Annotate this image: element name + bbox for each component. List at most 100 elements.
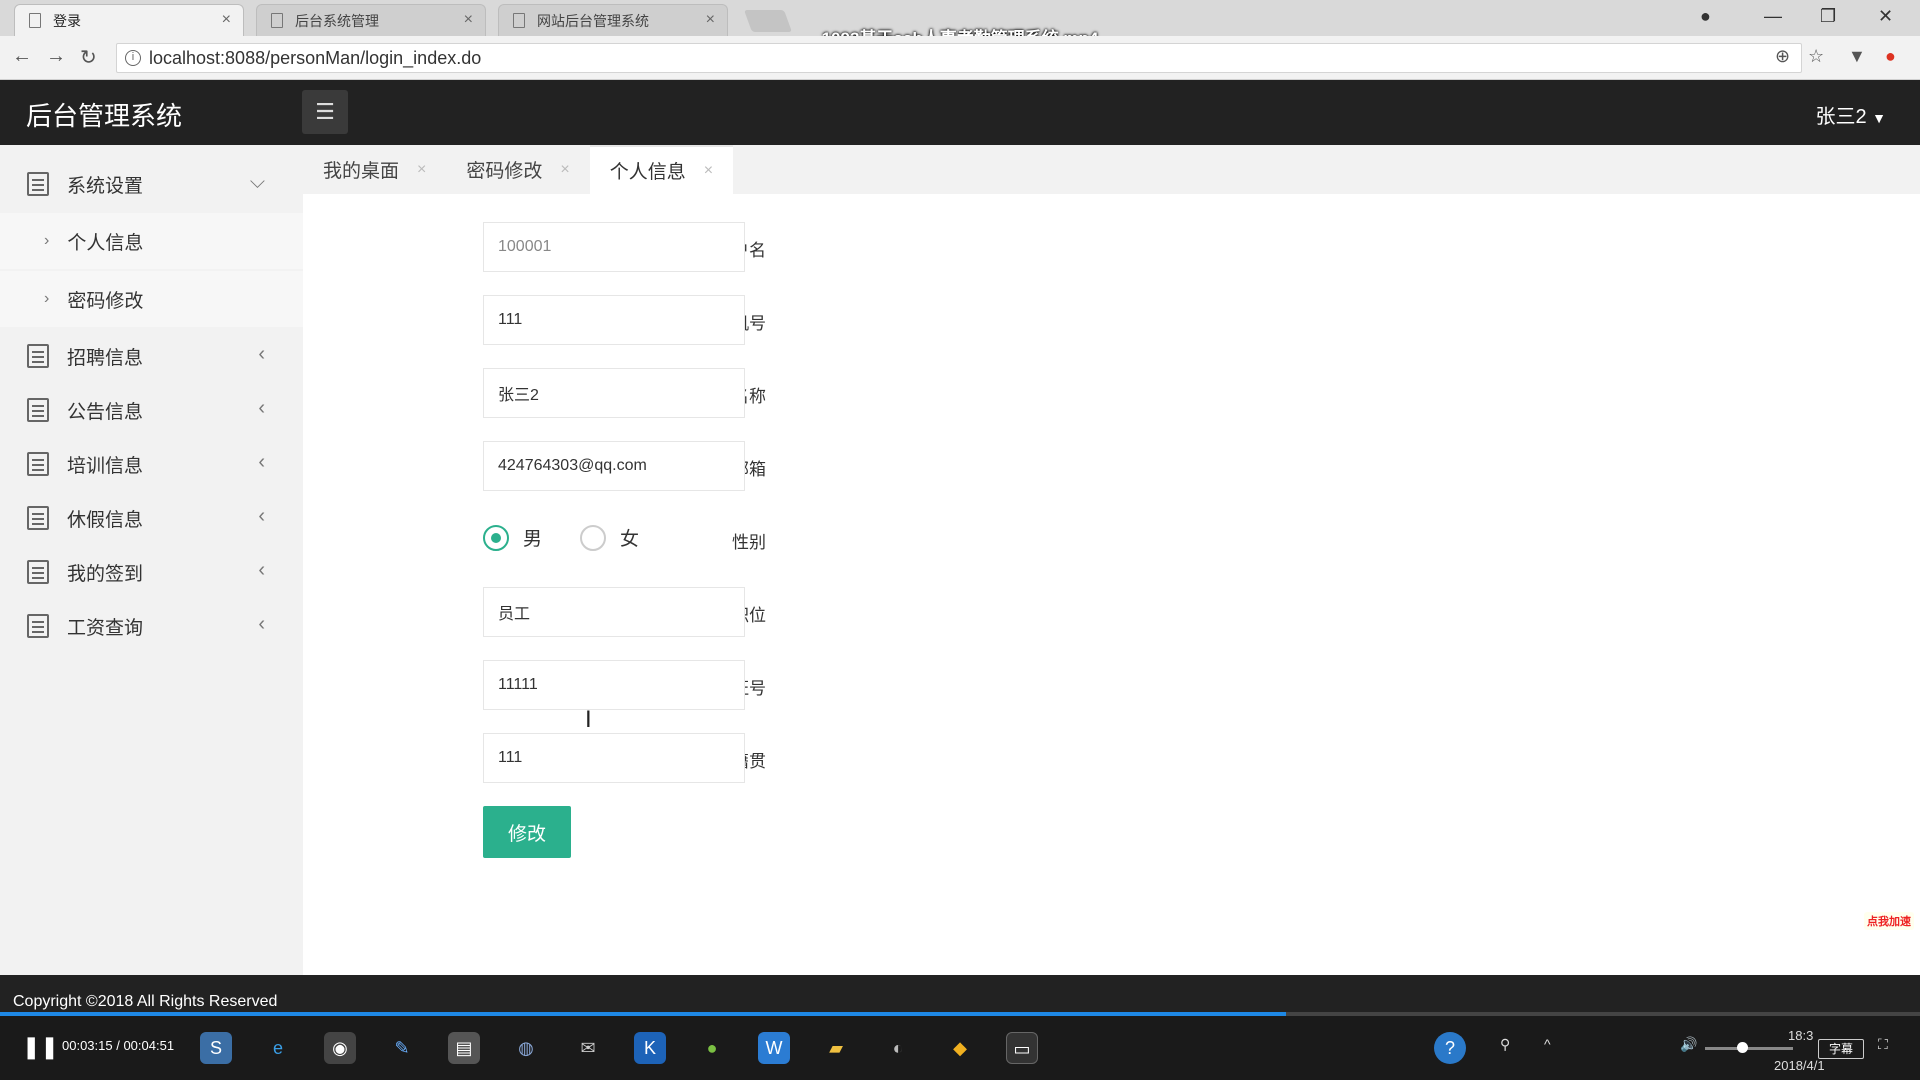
feather-icon[interactable]: ✎ (386, 1032, 418, 1064)
url-text: localhost:8088/personMan/login_index.do (149, 47, 482, 68)
reload-icon[interactable]: ↻ (80, 45, 97, 70)
sidebar-subitem-password[interactable]: › 密码修改 (0, 271, 303, 327)
back-icon[interactable]: ← (12, 45, 32, 68)
form-icon (27, 506, 49, 530)
phone-field[interactable] (483, 295, 745, 345)
address-bar: ← → ↻ i localhost:8088/personMan/login_i… (0, 36, 1920, 80)
submit-button[interactable]: 修改 (483, 806, 571, 858)
subtitle-button[interactable]: 字幕 (1818, 1039, 1864, 1059)
caret-down-icon: ▼ (1872, 110, 1886, 126)
volume-slider-knob[interactable] (1737, 1042, 1748, 1053)
volume-slider[interactable] (1705, 1047, 1793, 1050)
sidebar: 系统设置 ⌵ › 个人信息 › 密码修改 招聘信息 ‹ 公告信息 ‹ 培训信息 … (0, 145, 303, 975)
gender-label: 性别 (732, 533, 766, 552)
chevron-left-icon: ‹ (258, 613, 265, 635)
extension-icon[interactable]: ▼ (1848, 46, 1866, 67)
form-icon (27, 560, 49, 584)
sidebar-item-label: 工资查询 (67, 617, 144, 639)
close-icon[interactable]: × (560, 161, 569, 179)
globe-icon[interactable]: ◍ (510, 1032, 542, 1064)
gender-radio-group: 男 女 (483, 524, 677, 551)
book-icon[interactable]: ▤ (448, 1032, 480, 1064)
sidebar-item-label: 公告信息 (67, 401, 144, 423)
word-icon[interactable]: W (758, 1032, 790, 1064)
sidebar-item-signin[interactable]: 我的签到 ‹ (0, 545, 303, 599)
form-icon (27, 398, 49, 422)
sidebar-item-label: 招聘信息 (67, 347, 144, 369)
chrome-icon[interactable]: ◉ (324, 1032, 356, 1064)
main-content: 我的桌面 × 密码修改 × 个人信息 × *用户名 *手机号 *真实名称 *邮箱 (303, 145, 1920, 975)
pause-icon[interactable]: ❚❚ (22, 1034, 59, 1060)
forward-icon[interactable]: → (46, 45, 66, 68)
form-row-username: *用户名 (303, 222, 1103, 272)
form-row-idcard: *身份证号 (303, 660, 1103, 710)
volume-icon[interactable]: 🔊 (1680, 1036, 1697, 1053)
sidebar-item-system-settings[interactable]: 系统设置 ⌵ (0, 157, 303, 211)
url-input[interactable]: i localhost:8088/personMan/login_index.d… (116, 43, 1802, 73)
media-icon[interactable]: ◐ (882, 1032, 914, 1064)
footer: Copyright ©2018 All Rights Reserved (0, 975, 1920, 1015)
hometown-field[interactable] (483, 733, 745, 783)
gender-male-radio[interactable] (483, 524, 509, 551)
tab-profile[interactable]: 个人信息 × (589, 145, 734, 194)
star-icon[interactable]: ☆ (1808, 46, 1824, 67)
username-field[interactable] (483, 222, 745, 272)
app-s-icon[interactable]: S (200, 1032, 232, 1064)
chevron-left-icon: ‹ (258, 451, 265, 473)
menu-icon: ☰ (315, 99, 335, 124)
promo-badge[interactable]: 点我加速 (1864, 912, 1914, 930)
sidebar-item-salary[interactable]: 工资查询 ‹ (0, 599, 303, 653)
leaf-icon[interactable]: ● (696, 1032, 728, 1064)
chevron-down-icon: ⌵ (249, 171, 265, 193)
form-icon (27, 452, 49, 476)
chevron-right-icon: › (44, 290, 50, 307)
sidebar-subitem-profile[interactable]: › 个人信息 (0, 213, 303, 269)
position-field[interactable] (483, 587, 745, 637)
sidebar-item-training[interactable]: 培训信息 ‹ (0, 437, 303, 491)
mail-icon[interactable]: ✉ (572, 1032, 604, 1064)
gender-female-radio[interactable] (580, 524, 607, 551)
idcard-field[interactable] (483, 660, 745, 710)
info-icon[interactable]: i (125, 50, 141, 66)
realname-field[interactable] (483, 368, 745, 418)
zoom-icon[interactable]: ⊕ (1775, 46, 1790, 67)
help-icon[interactable]: ? (1434, 1032, 1466, 1064)
bird-icon[interactable]: ◆ (944, 1032, 976, 1064)
tray-expand-icon[interactable]: ^ (1544, 1036, 1551, 1052)
person-icon[interactable]: ⚲ (1500, 1036, 1510, 1053)
sidebar-item-leave[interactable]: 休假信息 ‹ (0, 491, 303, 545)
taskbar: ❚❚ 00:03:15 / 00:04:51 S e ◉ ✎ ▤ ◍ ✉ K ●… (0, 1016, 1920, 1080)
app-header: 后台管理系统 ☰ 张三2 ▼ (0, 80, 1920, 145)
close-icon[interactable]: × (704, 162, 713, 180)
menu-toggle-button[interactable]: ☰ (302, 90, 348, 134)
user-menu[interactable]: 张三2 ▼ (1815, 100, 1886, 129)
adblock-icon[interactable]: ● (1885, 46, 1896, 67)
user-name: 张三2 (1815, 106, 1867, 128)
form-row-hometown: *籍贯 (303, 733, 1103, 783)
chevron-left-icon: ‹ (258, 505, 265, 527)
sidebar-item-announcements[interactable]: 公告信息 ‹ (0, 383, 303, 437)
sidebar-item-label: 培训信息 (67, 455, 144, 477)
profile-form-panel: *用户名 *手机号 *真实名称 *邮箱 性别 男 女 *职位 (303, 194, 1920, 975)
folder-icon[interactable]: ▰ (820, 1032, 852, 1064)
terminal-icon[interactable]: ▭ (1006, 1032, 1038, 1064)
clock-date: 2018/4/1 (1774, 1058, 1825, 1073)
clock-time: 18:3 (1788, 1028, 1814, 1043)
close-icon[interactable]: × (417, 161, 426, 179)
tab-my-desktop[interactable]: 我的桌面 × (303, 145, 446, 194)
k-app-icon[interactable]: K (634, 1032, 666, 1064)
email-field[interactable] (483, 441, 745, 491)
form-row-position: *职位 (303, 587, 1103, 637)
form-icon (27, 614, 49, 638)
sidebar-item-recruitment[interactable]: 招聘信息 ‹ (0, 329, 303, 383)
tab-change-password[interactable]: 密码修改 × (446, 145, 589, 194)
form-icon (27, 344, 49, 368)
form-icon (27, 172, 49, 196)
copyright-text: Copyright ©2018 All Rights Reserved (13, 993, 278, 1010)
sidebar-item-label: 休假信息 (67, 509, 144, 531)
form-row-realname: *真实名称 (303, 368, 1103, 418)
video-time: 00:03:15 / 00:04:51 (62, 1038, 175, 1053)
gender-male-label: 男 (523, 529, 543, 550)
fullscreen-icon[interactable]: ⛶ (1878, 1036, 1888, 1053)
ie-icon[interactable]: e (262, 1032, 294, 1064)
